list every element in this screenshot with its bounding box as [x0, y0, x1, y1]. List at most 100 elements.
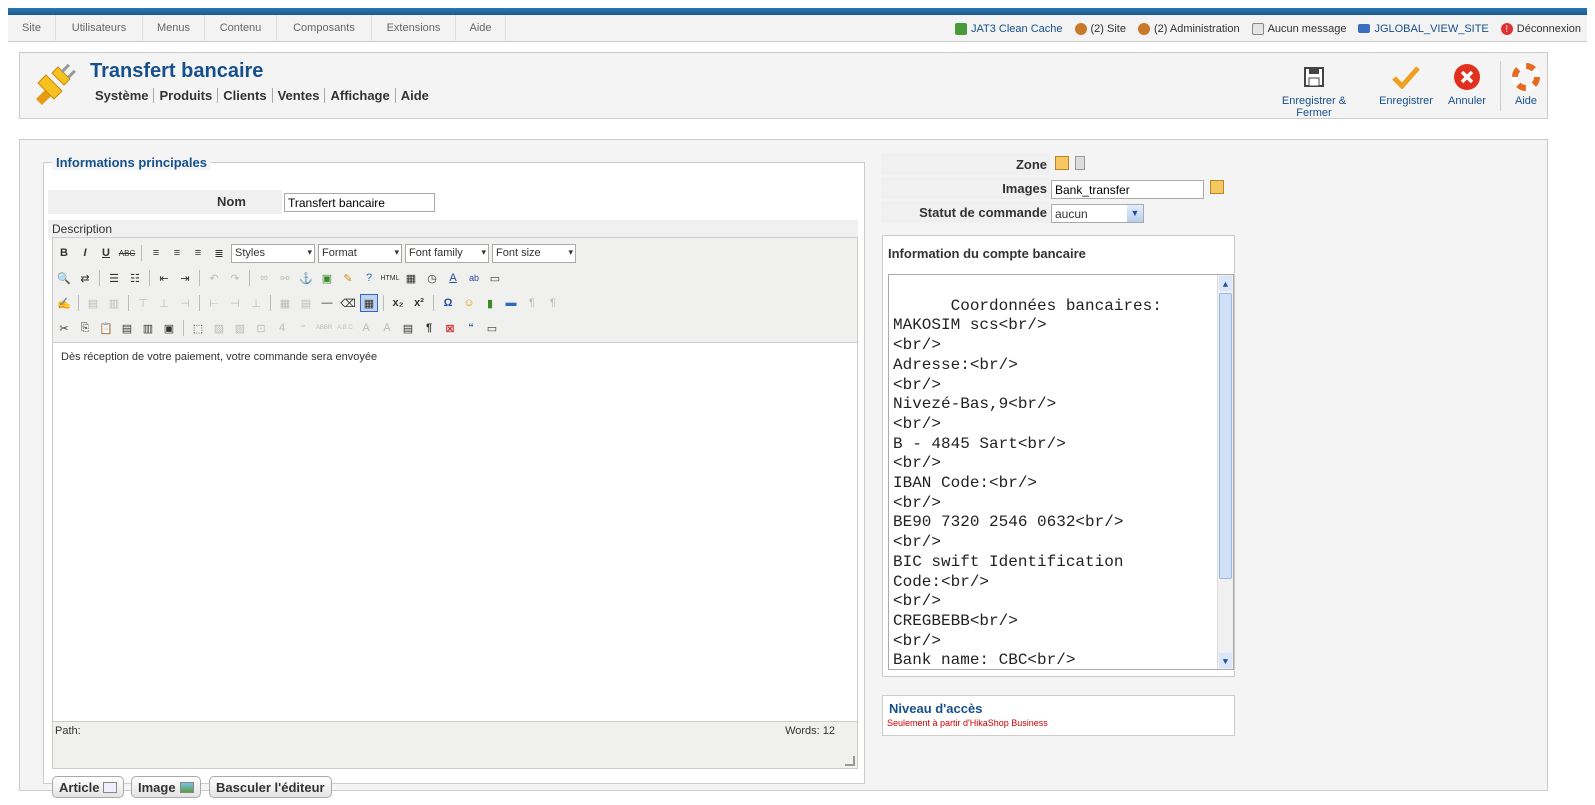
- media-icon[interactable]: ▮: [481, 294, 499, 312]
- image-icon[interactable]: ▣: [318, 269, 336, 287]
- delete-text-icon[interactable]: A: [357, 319, 375, 337]
- editor-content-area[interactable]: Dès réception de votre paiement, votre c…: [53, 342, 857, 722]
- menu-users[interactable]: Utilisateurs: [56, 15, 143, 42]
- menu-site[interactable]: Site: [8, 15, 56, 42]
- anchor-icon[interactable]: ⚓: [297, 269, 315, 287]
- scroll-up-icon[interactable]: ▲: [1219, 276, 1232, 291]
- insert-text-icon[interactable]: A: [378, 319, 396, 337]
- table-icon[interactable]: ▦: [360, 294, 378, 312]
- merge-cells-icon[interactable]: ▦: [276, 294, 294, 312]
- site-users-link[interactable]: (2) Site: [1074, 22, 1126, 35]
- find-icon[interactable]: 🔍: [55, 269, 73, 287]
- styles-select[interactable]: Styles: [231, 243, 315, 263]
- align-left-button[interactable]: ≡: [147, 244, 165, 262]
- move-layer-icon[interactable]: ▥: [105, 294, 123, 312]
- edit-css-icon[interactable]: ✍: [55, 294, 73, 312]
- fullscreen-icon[interactable]: ▭: [486, 269, 504, 287]
- copy-icon[interactable]: ⎘: [76, 319, 94, 337]
- insert-date-icon[interactable]: ▦: [402, 269, 420, 287]
- cancel-button[interactable]: Annuler: [1447, 63, 1487, 107]
- bold-button[interactable]: B: [55, 244, 73, 262]
- col-after-icon[interactable]: ⊣: [226, 294, 244, 312]
- row-after-icon[interactable]: ⊥: [155, 294, 173, 312]
- blockquote-icon[interactable]: “: [462, 319, 480, 337]
- template-icon[interactable]: ▤: [399, 319, 417, 337]
- pilcrow-icon[interactable]: ¶: [420, 319, 438, 337]
- scrollbar[interactable]: ▲ ▼: [1217, 275, 1233, 669]
- text-color-icon[interactable]: A: [444, 269, 462, 287]
- menu-extensions[interactable]: Extensions: [372, 15, 456, 42]
- name-input[interactable]: [284, 193, 435, 212]
- attributes-icon[interactable]: ▨: [231, 319, 249, 337]
- visual-aid-icon[interactable]: ⬚: [189, 319, 207, 337]
- delete-col-icon[interactable]: ⊥: [247, 294, 265, 312]
- toggle-editor-button[interactable]: Basculer l'éditeur: [209, 776, 332, 798]
- html-source-icon[interactable]: HTML: [380, 269, 399, 287]
- numbered-list-icon[interactable]: ☷: [126, 269, 144, 287]
- underline-button[interactable]: U: [97, 244, 115, 262]
- quote-icon[interactable]: “”: [294, 319, 312, 337]
- insert-layer-icon[interactable]: ▤: [84, 294, 102, 312]
- font-size-select[interactable]: Font size: [492, 243, 576, 263]
- help-editor-icon[interactable]: ?: [360, 269, 378, 287]
- menu-components[interactable]: Composants: [277, 15, 372, 42]
- image-button[interactable]: Image: [131, 776, 201, 798]
- page-break-icon[interactable]: ⊠: [441, 319, 459, 337]
- images-input[interactable]: [1051, 180, 1204, 199]
- save-button[interactable]: Enregistrer: [1375, 63, 1437, 107]
- special-char-icon[interactable]: Ω: [439, 294, 457, 312]
- paste-icon[interactable]: 📋: [97, 319, 115, 337]
- messages-link[interactable]: Aucun message: [1251, 22, 1346, 35]
- paste-word-icon[interactable]: ▥: [139, 319, 157, 337]
- admin-users-link[interactable]: (2) Administration: [1137, 22, 1240, 35]
- help-button[interactable]: Aide: [1508, 63, 1544, 107]
- menu-content[interactable]: Contenu: [205, 15, 277, 42]
- outdent-icon[interactable]: ⇤: [155, 269, 173, 287]
- scroll-down-icon[interactable]: ▼: [1219, 653, 1232, 668]
- logout-link[interactable]: ! Déconnexion: [1500, 22, 1581, 35]
- paste-text-icon[interactable]: ▤: [118, 319, 136, 337]
- style-props-icon[interactable]: ▧: [210, 319, 228, 337]
- order-status-select[interactable]: aucun ▼: [1051, 204, 1144, 223]
- indent-icon[interactable]: ⇥: [176, 269, 194, 287]
- zone-edit-icon[interactable]: [1055, 156, 1069, 170]
- align-justify-button[interactable]: ≣: [210, 244, 228, 262]
- bullet-list-icon[interactable]: ☰: [105, 269, 123, 287]
- emoticon-icon[interactable]: ☺: [460, 294, 478, 312]
- font-family-select[interactable]: Font family: [405, 243, 489, 263]
- menu-menus[interactable]: Menus: [143, 15, 205, 42]
- bank-info-textarea[interactable]: Coordonnées bancaires: MAKOSIM scs<br/> …: [888, 274, 1234, 670]
- select-all-icon[interactable]: ▣: [160, 319, 178, 337]
- col-before-icon[interactable]: ⊢: [205, 294, 223, 312]
- subnav-clients[interactable]: Clients: [218, 88, 273, 103]
- zone-delete-icon[interactable]: [1075, 156, 1085, 170]
- italic-button[interactable]: I: [76, 244, 94, 262]
- rtl-icon[interactable]: ¶: [544, 294, 562, 312]
- acronym-icon[interactable]: A.B.C: [336, 319, 354, 337]
- cut-icon[interactable]: ✂: [55, 319, 73, 337]
- subnav-products[interactable]: Produits: [154, 88, 219, 103]
- resize-handle[interactable]: [845, 756, 855, 766]
- cite-icon[interactable]: 4: [273, 319, 291, 337]
- images-edit-icon[interactable]: [1210, 180, 1224, 194]
- cleanup-icon[interactable]: ✎: [339, 269, 357, 287]
- align-right-button[interactable]: ≡: [189, 244, 207, 262]
- delete-row-icon[interactable]: ⊣: [176, 294, 194, 312]
- clean-cache-link[interactable]: JAT3 Clean Cache: [954, 22, 1063, 35]
- nonbreaking-icon[interactable]: ▬: [502, 294, 520, 312]
- subscript-icon[interactable]: x₂: [389, 294, 407, 312]
- horizontal-rule-icon[interactable]: —: [318, 294, 336, 312]
- subnav-sales[interactable]: Ventes: [273, 88, 326, 103]
- readmore-icon[interactable]: ▭: [483, 319, 501, 337]
- row-before-icon[interactable]: ⊤: [134, 294, 152, 312]
- redo-icon[interactable]: ↷: [226, 269, 244, 287]
- superscript-icon[interactable]: x²: [410, 294, 428, 312]
- subnav-display[interactable]: Affichage: [325, 88, 396, 103]
- view-site-link[interactable]: JGLOBAL_VIEW_SITE: [1358, 23, 1489, 35]
- ltr-icon[interactable]: ¶: [523, 294, 541, 312]
- block-icon[interactable]: ⊡: [252, 319, 270, 337]
- subnav-system[interactable]: Système: [95, 88, 155, 103]
- align-center-button[interactable]: ≡: [168, 244, 186, 262]
- split-cells-icon[interactable]: ▤: [297, 294, 315, 312]
- article-button[interactable]: Article: [52, 776, 125, 798]
